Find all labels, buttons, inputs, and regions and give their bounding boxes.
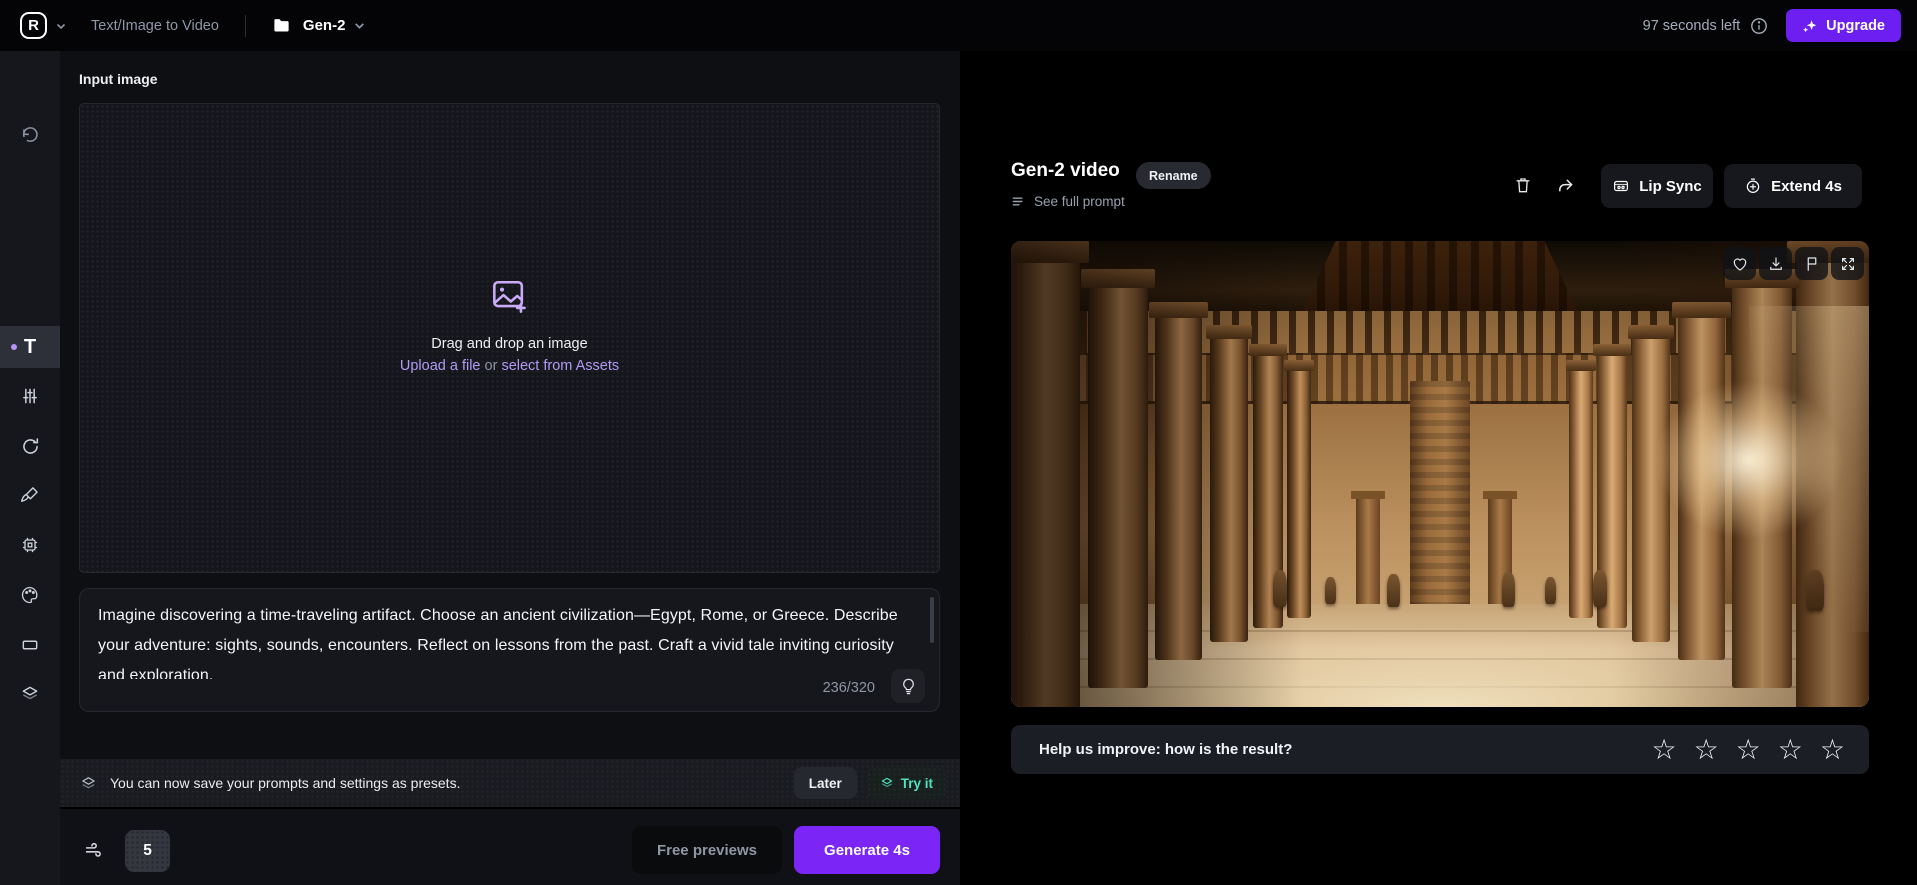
frame-icon[interactable] bbox=[0, 625, 60, 665]
folder-icon bbox=[272, 16, 291, 35]
stopwatch-plus-icon bbox=[1744, 177, 1762, 195]
preview-count: 5 bbox=[143, 842, 152, 860]
flag-icon bbox=[1803, 255, 1821, 273]
input-image-label: Input image bbox=[79, 71, 158, 87]
star-4[interactable]: ☆ bbox=[1778, 736, 1803, 764]
chevron-down-icon[interactable] bbox=[55, 20, 67, 32]
active-tool-dot bbox=[11, 344, 17, 350]
video-actions bbox=[1723, 247, 1864, 280]
info-icon[interactable] bbox=[1750, 17, 1768, 35]
tool-text[interactable]: T bbox=[0, 326, 60, 368]
upload-file-link[interactable]: Upload a file bbox=[400, 358, 481, 374]
char-count: 236/320 bbox=[823, 680, 875, 696]
preset-teal-icon bbox=[880, 776, 894, 790]
prompt-scrollbar[interactable] bbox=[930, 597, 934, 643]
preset-banner: You can now save your prompts and settin… bbox=[60, 759, 960, 807]
or-text: or bbox=[485, 358, 498, 374]
feedback-question: Help us improve: how is the result? bbox=[1039, 741, 1292, 758]
runway-logo-icon[interactable]: R bbox=[20, 12, 47, 39]
star-1[interactable]: ☆ bbox=[1651, 736, 1676, 764]
lip-sync-icon bbox=[1612, 177, 1630, 195]
favorite-button[interactable] bbox=[1723, 247, 1756, 280]
rename-button[interactable]: Rename bbox=[1136, 162, 1211, 189]
lip-sync-button[interactable]: Lip Sync bbox=[1601, 164, 1713, 208]
result-title: Gen-2 video bbox=[1011, 160, 1120, 182]
dropzone-content: Drag and drop an image Upload a file or … bbox=[400, 274, 619, 374]
sparkles-icon bbox=[1802, 18, 1818, 34]
star-2[interactable]: ☆ bbox=[1694, 736, 1719, 764]
mode-label[interactable]: Text/Image to Video bbox=[91, 18, 219, 34]
layers-icon[interactable] bbox=[0, 674, 60, 714]
video-left-shadow bbox=[1011, 241, 1303, 707]
heart-icon bbox=[1731, 255, 1749, 273]
video-window-glow bbox=[1655, 381, 1844, 539]
see-full-prompt-label: See full prompt bbox=[1034, 194, 1125, 209]
tool-rail: T bbox=[0, 51, 60, 885]
rotate-3d-icon[interactable] bbox=[0, 426, 60, 466]
palette-icon[interactable] bbox=[0, 575, 60, 615]
report-button[interactable] bbox=[1795, 247, 1828, 280]
settings-panel: Input image Drag and drop an image Uploa… bbox=[60, 51, 960, 885]
text-tool-icon: T bbox=[24, 336, 36, 359]
undo-icon[interactable] bbox=[0, 116, 60, 156]
add-image-icon bbox=[487, 274, 531, 318]
star-5[interactable]: ☆ bbox=[1820, 736, 1845, 764]
generated-video[interactable] bbox=[1011, 241, 1869, 707]
lip-sync-label: Lip Sync bbox=[1639, 178, 1702, 195]
video-statue bbox=[1593, 570, 1608, 607]
download-button[interactable] bbox=[1759, 247, 1792, 280]
dropzone-links: Upload a file or select from Assets bbox=[400, 358, 619, 374]
drag-drop-text: Drag and drop an image bbox=[431, 336, 587, 352]
expand-sidebar-icon[interactable] bbox=[0, 877, 60, 885]
banner-actions: Later Try it bbox=[794, 767, 946, 799]
flow-icon[interactable] bbox=[84, 840, 105, 861]
video-statue bbox=[1545, 577, 1556, 605]
free-previews-button[interactable]: Free previews bbox=[632, 826, 782, 874]
share-button[interactable] bbox=[1548, 168, 1582, 202]
time-left-label: 97 seconds left bbox=[1643, 18, 1741, 34]
upgrade-label: Upgrade bbox=[1826, 18, 1885, 34]
prompt-ideas-button[interactable] bbox=[891, 669, 925, 703]
generate-button[interactable]: Generate 4s bbox=[794, 826, 940, 874]
see-full-prompt[interactable]: See full prompt bbox=[1011, 194, 1125, 209]
prompt-input[interactable]: Imagine discovering a time-traveling art… bbox=[79, 588, 940, 712]
star-3[interactable]: ☆ bbox=[1736, 736, 1761, 764]
brush-icon[interactable] bbox=[0, 475, 60, 515]
top-bar: R Text/Image to Video Gen-2 97 seconds l… bbox=[0, 0, 1917, 51]
trash-icon bbox=[1513, 175, 1533, 195]
later-button[interactable]: Later bbox=[794, 767, 857, 799]
download-icon bbox=[1767, 255, 1785, 273]
sliders-icon[interactable] bbox=[0, 376, 60, 416]
rating-stars: ☆ ☆ ☆ ☆ ☆ bbox=[1651, 736, 1845, 764]
share-arrow-icon bbox=[1555, 175, 1576, 196]
generation-footer: 5 Free previews Generate 4s bbox=[60, 807, 960, 885]
try-it-label: Try it bbox=[901, 776, 933, 791]
image-dropzone[interactable]: Drag and drop an image Upload a file or … bbox=[79, 103, 940, 573]
project-name[interactable]: Gen-2 bbox=[303, 17, 346, 34]
extend-button[interactable]: Extend 4s bbox=[1724, 164, 1862, 208]
fullscreen-icon bbox=[1839, 255, 1857, 273]
presets-icon bbox=[80, 775, 97, 792]
fullscreen-button[interactable] bbox=[1831, 247, 1864, 280]
banner-message: You can now save your prompts and settin… bbox=[110, 775, 460, 791]
upgrade-button[interactable]: Upgrade bbox=[1786, 9, 1901, 42]
topbar-divider bbox=[245, 15, 246, 37]
video-statue bbox=[1387, 574, 1400, 607]
video-statue bbox=[1325, 577, 1336, 605]
video-statue bbox=[1502, 572, 1516, 607]
feedback-bar: Help us improve: how is the result? ☆ ☆ … bbox=[1011, 725, 1869, 774]
preview-count-badge[interactable]: 5 bbox=[125, 830, 170, 872]
project-chevron-down-icon[interactable] bbox=[353, 19, 366, 32]
try-it-button[interactable]: Try it bbox=[867, 767, 946, 799]
prompt-lines-icon bbox=[1011, 194, 1026, 209]
runway-app: R Text/Image to Video Gen-2 97 seconds l… bbox=[0, 0, 1917, 885]
extend-label: Extend 4s bbox=[1771, 178, 1842, 195]
delete-button[interactable] bbox=[1506, 168, 1540, 202]
select-assets-link[interactable]: select from Assets bbox=[501, 358, 619, 374]
lightbulb-icon bbox=[899, 677, 918, 696]
chip-icon[interactable] bbox=[0, 525, 60, 565]
prompt-text: Imagine discovering a time-traveling art… bbox=[98, 601, 917, 679]
